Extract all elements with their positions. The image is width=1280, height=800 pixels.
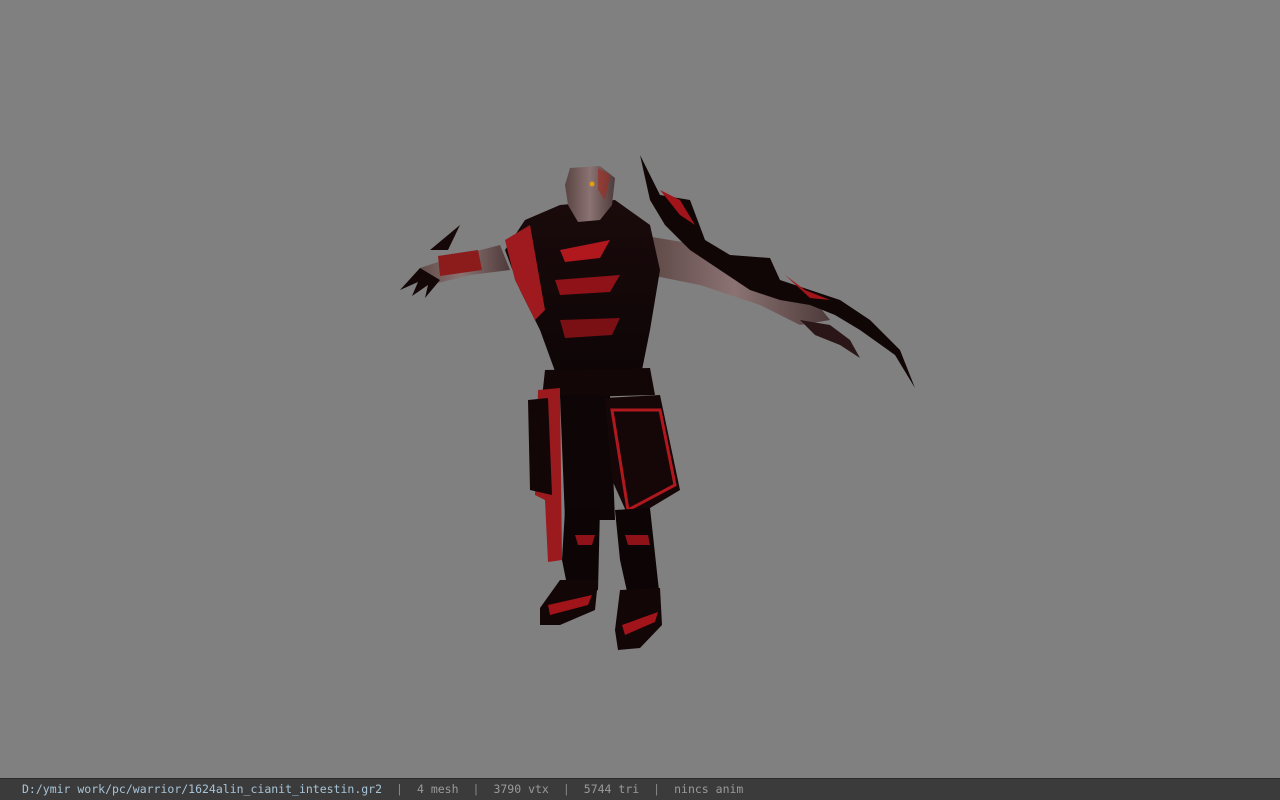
- file-path: D:/ymir work/pc/warrior/1624alin_cianit_…: [22, 782, 383, 796]
- status-bar: D:/ymir work/pc/warrior/1624alin_cianit_…: [0, 778, 1280, 800]
- separator: |: [396, 782, 403, 796]
- animation-status: nincs anim: [674, 782, 744, 796]
- 3d-viewport[interactable]: [0, 0, 1280, 778]
- separator: |: [562, 782, 570, 796]
- triangle-count: 5744 tri: [583, 782, 640, 796]
- warrior-character-model: [400, 155, 915, 650]
- separator: |: [653, 782, 661, 796]
- mesh-count: 4 mesh: [416, 782, 459, 796]
- separator: |: [472, 782, 480, 796]
- vertex-count: 3790 vtx: [493, 782, 549, 796]
